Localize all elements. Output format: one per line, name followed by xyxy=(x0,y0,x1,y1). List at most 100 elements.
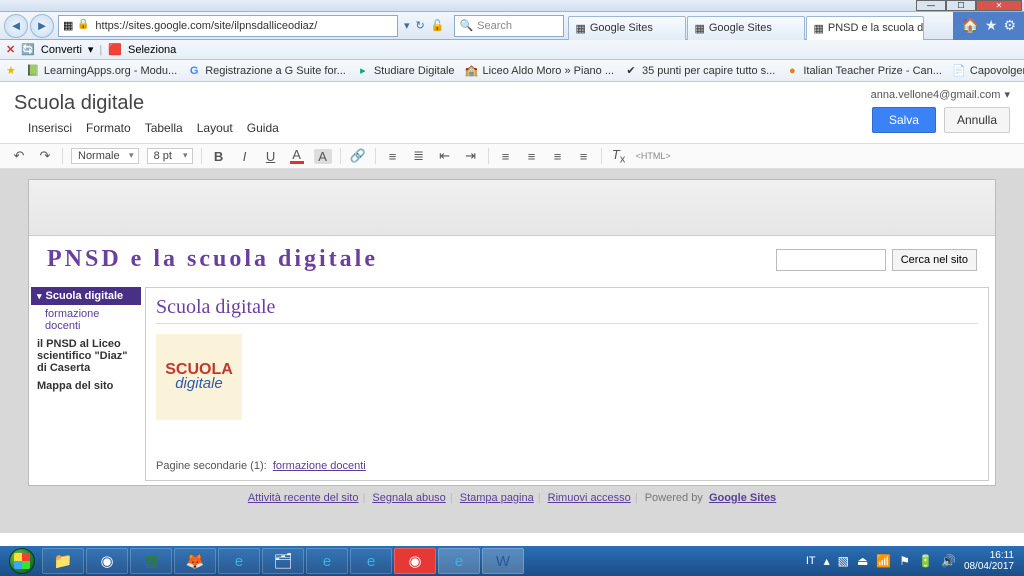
bookmark-label: 35 punti per capire tutto s... xyxy=(642,65,775,77)
tray-clock[interactable]: 16:11 08/04/2017 xyxy=(964,550,1014,572)
footer-abuse-link[interactable]: Segnala abuso xyxy=(372,492,445,504)
bookmark-item[interactable]: 📄Capovolgere la matemati... xyxy=(952,64,1024,78)
taskbar-vodafone-icon[interactable]: ◉ xyxy=(394,548,436,574)
undo-icon[interactable]: ↶ xyxy=(10,148,28,164)
side-nav-item[interactable]: il PNSD al Liceo scientifico "Diaz" di C… xyxy=(31,335,141,377)
footer-activity-link[interactable]: Attività recente del sito xyxy=(248,492,359,504)
side-nav-item[interactable]: Mappa del sito xyxy=(31,377,141,395)
ie-addon-bar: ✕ 🔄 Converti ▾ | 🟥 Seleziona xyxy=(0,40,1024,60)
save-button[interactable]: Salva xyxy=(872,107,936,133)
align-left-icon[interactable]: ≡ xyxy=(497,149,515,164)
tray-flag-icon[interactable]: ⚑ xyxy=(899,554,910,568)
search-icon: 🔍 xyxy=(459,19,473,32)
bookmark-item[interactable]: 📗LearningApps.org - Modu... xyxy=(26,64,177,78)
taskbar-word-icon[interactable]: W xyxy=(482,548,524,574)
bookmark-item[interactable]: 🏫Liceo Aldo Moro » Piano ... xyxy=(465,64,614,78)
dropdown-icon[interactable]: ▾ xyxy=(404,19,410,32)
stop-reload-icon[interactable]: ↻ xyxy=(416,19,425,32)
footer-remove-link[interactable]: Rimuovi accesso xyxy=(548,492,631,504)
side-nav-active[interactable]: Scuola digitale xyxy=(31,287,141,305)
tray-battery-icon[interactable]: 🔋 xyxy=(918,554,933,568)
taskbar-chrome-icon[interactable]: ◉ xyxy=(86,548,128,574)
site-search-button[interactable]: Cerca nel sito xyxy=(892,249,977,271)
style-select[interactable]: Normale xyxy=(71,148,139,164)
cancel-button[interactable]: Annulla xyxy=(944,107,1010,133)
side-nav-subitem[interactable]: formazione docenti xyxy=(31,305,141,335)
format-toolbar: ↶ ↷ Normale 8 pt B I U A A 🔗 ≡ ≣ ⇤ ⇥ ≡ ≡… xyxy=(0,143,1024,169)
tray-bluetooth-icon[interactable]: ▧ xyxy=(838,554,849,568)
favorites-icon[interactable]: ★ xyxy=(985,17,998,34)
editor-canvas[interactable]: PNSD e la scuola digitale Cerca nel sito… xyxy=(28,179,996,486)
bold-icon[interactable]: B xyxy=(210,149,228,164)
align-justify-icon[interactable]: ≡ xyxy=(575,149,593,164)
back-button[interactable]: ◄ xyxy=(4,14,28,38)
menu-layout[interactable]: Layout xyxy=(197,121,233,135)
highlight-icon[interactable]: A xyxy=(314,149,332,164)
ie-tab[interactable]: ▦Google Sites xyxy=(687,16,805,40)
bookmark-item[interactable]: GRegistrazione a G Suite for... xyxy=(187,64,346,78)
window-restore-button[interactable]: ☐ xyxy=(946,0,976,11)
redo-icon[interactable]: ↷ xyxy=(36,148,54,164)
bookmark-item[interactable]: ▸Studiare Digitale xyxy=(356,64,455,78)
taskbar-ie-active-icon[interactable]: e xyxy=(438,548,480,574)
underline-icon[interactable]: U xyxy=(262,149,280,164)
italic-icon[interactable]: I xyxy=(236,149,254,164)
clear-format-icon[interactable]: Tx xyxy=(610,147,628,166)
html-button[interactable]: <HTML> xyxy=(636,151,671,161)
footer-print-link[interactable]: Stampa pagina xyxy=(460,492,534,504)
taskbar-ie3-icon[interactable]: e xyxy=(350,548,392,574)
taskbar-explorer-icon[interactable]: 📁 xyxy=(42,548,84,574)
content-image[interactable]: SCUOLA digitale xyxy=(156,334,242,420)
tools-icon[interactable]: ⚙ xyxy=(1003,17,1016,34)
taskbar-ie-icon[interactable]: e xyxy=(218,548,260,574)
fontsize-select[interactable]: 8 pt xyxy=(147,148,193,164)
tray-eject-icon[interactable]: ⏏ xyxy=(857,554,868,568)
menu-formato[interactable]: Formato xyxy=(86,121,131,135)
tray-up-icon[interactable]: ▴ xyxy=(824,554,830,568)
footer-googlesites-link[interactable]: Google Sites xyxy=(709,492,776,504)
bookmark-item[interactable]: ●Italian Teacher Prize - Can... xyxy=(785,64,942,78)
menu-inserisci[interactable]: Inserisci xyxy=(28,121,72,135)
indent-icon[interactable]: ⇥ xyxy=(462,148,480,164)
outdent-icon[interactable]: ⇤ xyxy=(436,148,454,164)
menu-tabella[interactable]: Tabella xyxy=(145,121,183,135)
ie-search-box[interactable]: 🔍 Search xyxy=(454,15,564,37)
start-button[interactable] xyxy=(4,546,40,576)
favorites-star-icon[interactable]: ★ xyxy=(6,64,16,77)
forward-button[interactable]: ► xyxy=(30,14,54,38)
home-icon[interactable]: 🏠 xyxy=(961,17,978,34)
bullet-list-icon[interactable]: ≣ xyxy=(410,148,428,164)
bookmark-item[interactable]: ✔35 punti per capire tutto s... xyxy=(624,64,775,78)
subpages-link[interactable]: formazione docenti xyxy=(273,460,366,472)
menu-guida[interactable]: Guida xyxy=(247,121,279,135)
page-main[interactable]: Scuola digitale SCUOLA digitale Pagine s… xyxy=(145,287,989,481)
page-heading: Scuola digitale xyxy=(156,296,978,324)
side-nav: Scuola digitale formazione docenti il PN… xyxy=(31,283,141,485)
window-close-button[interactable]: ✕ xyxy=(976,0,1022,11)
ie-tab[interactable]: ▦Google Sites xyxy=(568,16,686,40)
taskbar-excel-icon[interactable]: ▦ xyxy=(130,548,172,574)
dropdown-icon[interactable]: ▾ xyxy=(88,43,94,56)
site-search-input[interactable] xyxy=(776,249,886,271)
link-icon[interactable]: 🔗 xyxy=(349,148,367,164)
tab-favicon: ▦ xyxy=(694,22,704,35)
window-minimize-button[interactable]: — xyxy=(916,0,946,11)
select-button[interactable]: Seleziona xyxy=(128,44,176,56)
addon-close-icon[interactable]: ✕ xyxy=(6,43,15,56)
convert-button[interactable]: Converti xyxy=(41,44,82,56)
ie-tab-active[interactable]: ▦PNSD e la scuola dig...✕ xyxy=(806,16,924,40)
taskbar-firefox-icon[interactable]: 🦊 xyxy=(174,548,216,574)
tray-lang[interactable]: IT xyxy=(806,555,816,567)
lock-icon: 🔒 xyxy=(77,19,91,33)
user-email[interactable]: anna.vellone4@gmail.com▾ xyxy=(871,88,1010,101)
taskbar-folder-icon[interactable]: 🗂 xyxy=(262,548,304,574)
tray-volume-icon[interactable]: 🔊 xyxy=(941,554,956,568)
numbered-list-icon[interactable]: ≡ xyxy=(384,149,402,164)
align-right-icon[interactable]: ≡ xyxy=(549,149,567,164)
text-color-icon[interactable]: A xyxy=(288,148,306,164)
address-bar[interactable]: ▦ 🔒 https://sites.google.com/site/ilpnsd… xyxy=(58,15,398,37)
compat-icon[interactable]: 🔓 xyxy=(431,19,445,32)
align-center-icon[interactable]: ≡ xyxy=(523,149,541,164)
taskbar-ie2-icon[interactable]: e xyxy=(306,548,348,574)
tray-network-icon[interactable]: 📶 xyxy=(876,554,891,568)
